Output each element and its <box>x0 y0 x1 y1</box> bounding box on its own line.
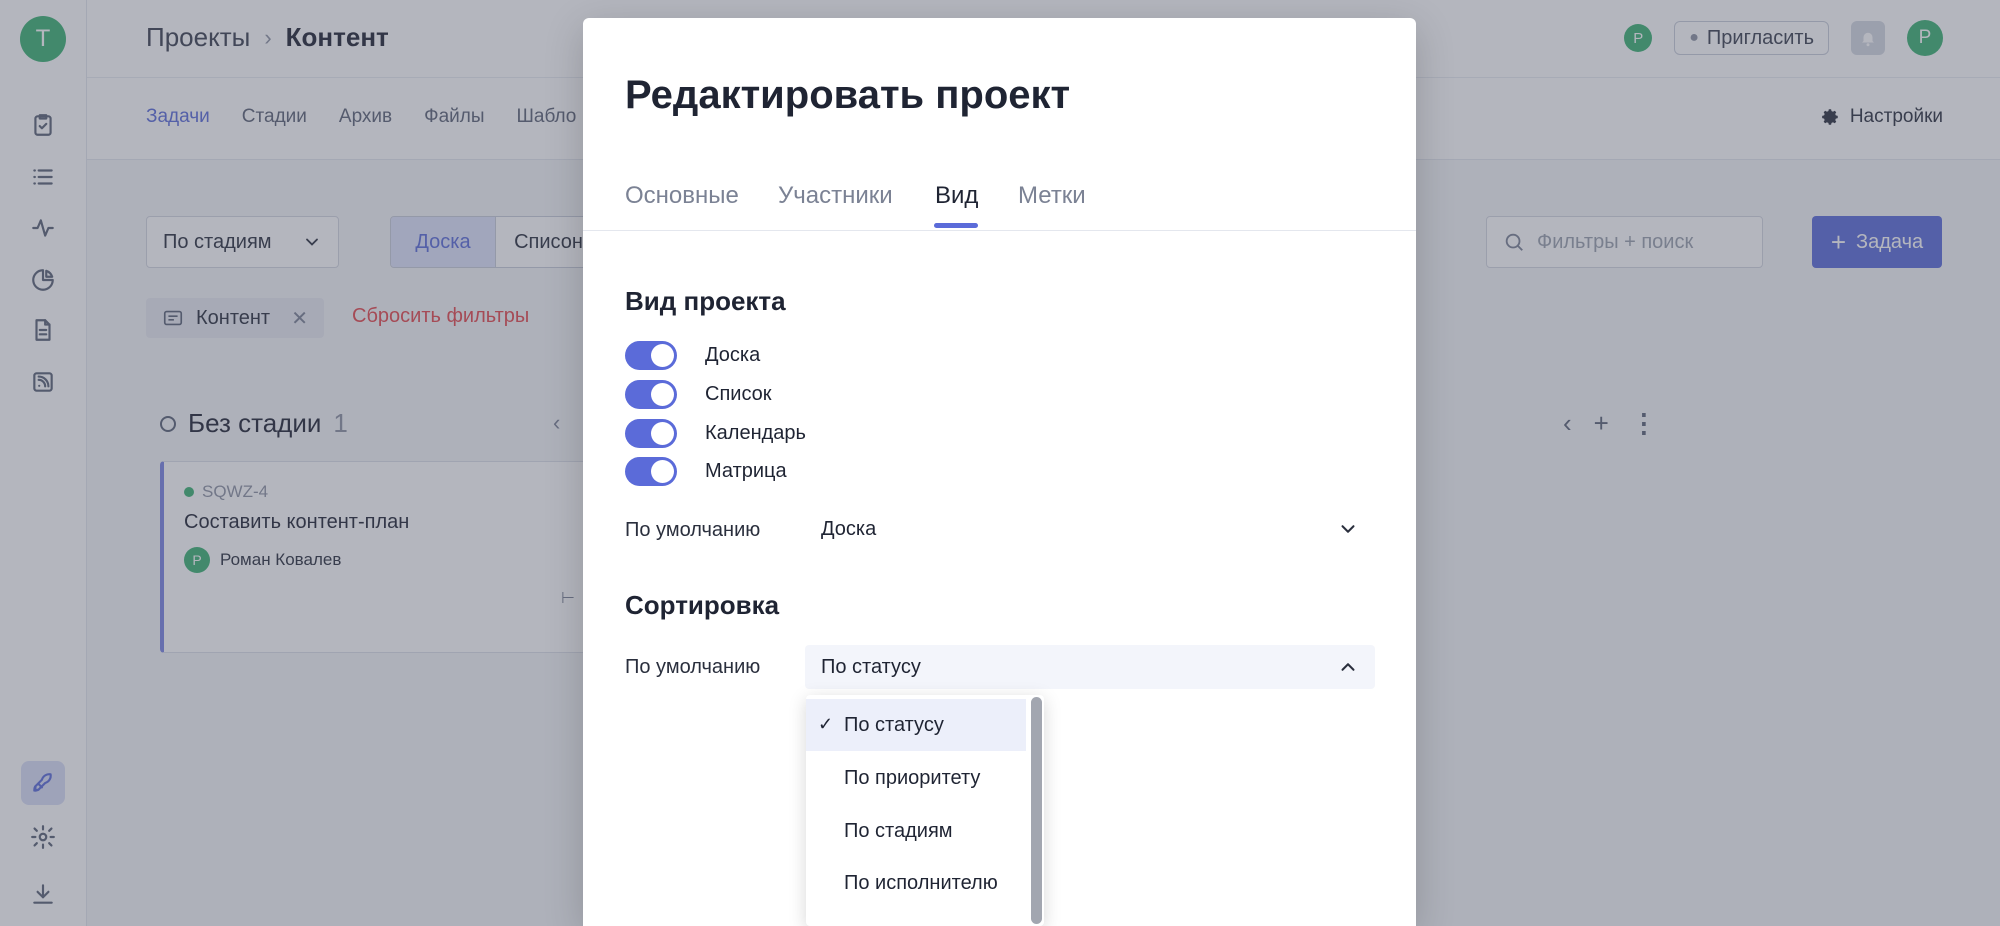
toggle-row-board: Доска <box>625 341 760 370</box>
default-sort-label: По умолчанию <box>625 656 761 678</box>
tab-view[interactable]: Вид <box>935 182 978 210</box>
list-toggle[interactable] <box>625 380 677 409</box>
sort-option-priority[interactable]: По приоритету <box>806 752 1026 804</box>
matrix-toggle[interactable] <box>625 457 677 486</box>
option-label: По исполнителю <box>844 871 998 894</box>
tab-members[interactable]: Участники <box>778 182 893 210</box>
tab-general[interactable]: Основные <box>625 182 739 210</box>
option-label: По стадиям <box>844 819 953 842</box>
chevron-down-icon <box>1341 525 1355 533</box>
view-section-title: Вид проекта <box>625 286 786 316</box>
default-view-label: По умолчанию <box>625 519 761 541</box>
sort-option-assignee[interactable]: По исполнителю <box>806 857 1026 909</box>
dropdown-scrollbar[interactable] <box>1031 697 1042 924</box>
default-sort-value: По статусу <box>821 655 921 678</box>
toggle-row-calendar: Календарь <box>625 419 806 448</box>
edit-project-modal: Редактировать проект Основные Участники … <box>583 18 1416 926</box>
sort-option-status[interactable]: ✓ По статусу <box>806 699 1026 751</box>
check-icon: ✓ <box>818 714 834 734</box>
option-label: По статусу <box>844 713 944 736</box>
tab-labels[interactable]: Метки <box>1018 182 1086 210</box>
toggle-row-matrix: Матрица <box>625 457 787 486</box>
toggle-label: Список <box>705 383 772 405</box>
toggle-label: Доска <box>705 344 761 366</box>
option-label: По приоритету <box>844 766 981 789</box>
sort-section-title: Сортировка <box>625 590 780 620</box>
modal-tabs: Основные Участники Вид Метки <box>583 170 1416 231</box>
board-toggle[interactable] <box>625 341 677 370</box>
default-sort-select[interactable]: По статусу <box>805 645 1375 689</box>
sort-options-dropdown: ✓ По статусу По приоритету По стадиям По… <box>806 695 1044 926</box>
sort-option-stages[interactable]: По стадиям <box>806 805 1026 857</box>
toggle-label: Матрица <box>705 460 787 482</box>
toggle-label: Календарь <box>705 422 806 444</box>
chevron-up-icon <box>1341 663 1355 671</box>
modal-title: Редактировать проект <box>625 73 1071 117</box>
default-view-select[interactable]: Доска <box>805 507 1375 551</box>
calendar-toggle[interactable] <box>625 419 677 448</box>
toggle-row-list: Список <box>625 380 772 409</box>
active-tab-indicator <box>934 223 978 228</box>
default-view-value: Доска <box>821 517 877 540</box>
